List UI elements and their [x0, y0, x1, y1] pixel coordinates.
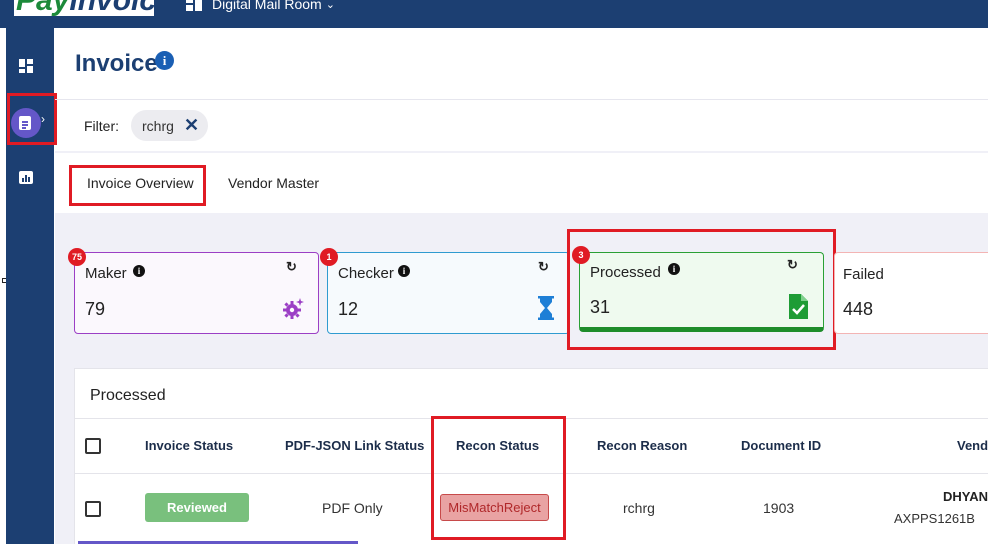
cell-pdf-json-link-status: PDF Only [322, 500, 383, 516]
app-logo[interactable]: PayInvoice [14, 0, 154, 16]
highlight-sidebar-invoice [7, 93, 57, 145]
status-badge-reviewed: Reviewed [145, 493, 249, 522]
maker-badge: 75 [68, 248, 86, 266]
dashboard-icon[interactable] [19, 59, 33, 73]
header-divider [55, 99, 988, 100]
info-icon[interactable]: i [155, 51, 174, 70]
checker-count: 12 [338, 299, 359, 319]
info-icon[interactable]: i [398, 265, 410, 277]
column-invoice-status[interactable]: Invoice Status [145, 438, 233, 453]
filter-label: Filter: [84, 118, 119, 134]
cell-recon-reason: rchrg [623, 500, 655, 516]
select-all-checkbox[interactable] [85, 438, 101, 454]
page-title: Invoice [75, 50, 158, 77]
bar-chart-icon[interactable] [19, 171, 33, 184]
refresh-icon[interactable]: ↻ [538, 259, 549, 275]
row-checkbox[interactable] [85, 501, 101, 517]
refresh-icon[interactable]: ↻ [286, 259, 297, 275]
failed-count: 448 [843, 299, 874, 319]
close-icon[interactable]: ✕ [184, 115, 199, 136]
maker-count: 79 [85, 299, 106, 319]
failed-card[interactable] [834, 252, 988, 334]
filter-chip-label: rchrg [142, 118, 174, 134]
cell-document-id: 1903 [763, 500, 795, 516]
tab-invoice-overview[interactable]: Invoice Overview [87, 175, 194, 191]
hourglass-icon [538, 296, 554, 320]
checker-label: Checker [338, 265, 394, 282]
column-vendor[interactable]: Vend [957, 438, 988, 453]
tab-vendor-master[interactable]: Vendor Master [228, 175, 319, 191]
column-pdf-json-link-status[interactable]: PDF-JSON Link Status [285, 438, 424, 453]
processed-badge: 3 [572, 246, 590, 264]
checker-badge: 1 [320, 248, 338, 266]
refresh-icon[interactable]: ↻ [787, 257, 798, 273]
table-title: Processed [90, 387, 166, 404]
cell-vendor-name: DHYAN [943, 489, 988, 504]
gear-sparkle-icon [283, 298, 304, 319]
column-recon-reason[interactable]: Recon Reason [597, 438, 687, 453]
processed-label: Processed [590, 264, 661, 281]
column-document-id[interactable]: Document ID [741, 438, 821, 453]
highlight-processed-card [567, 229, 836, 350]
failed-label: Failed [843, 266, 884, 283]
info-icon[interactable]: i [668, 263, 680, 275]
app-grid-icon [186, 0, 204, 11]
highlight-recon-status [431, 416, 566, 540]
logo-text: PayInvoice [16, 0, 154, 16]
maker-label: Maker [85, 265, 127, 282]
info-icon[interactable]: i [133, 265, 145, 277]
processed-count: 31 [590, 297, 611, 317]
file-check-icon [789, 294, 808, 319]
chevron-down-icon: ⌄ [325, 0, 335, 11]
app-switcher[interactable]: Digital Mail Room ⌄ [186, 0, 335, 14]
cell-vendor-pan: AXPPS1261B [894, 511, 975, 526]
app-switcher-label: Digital Mail Room [212, 0, 322, 12]
